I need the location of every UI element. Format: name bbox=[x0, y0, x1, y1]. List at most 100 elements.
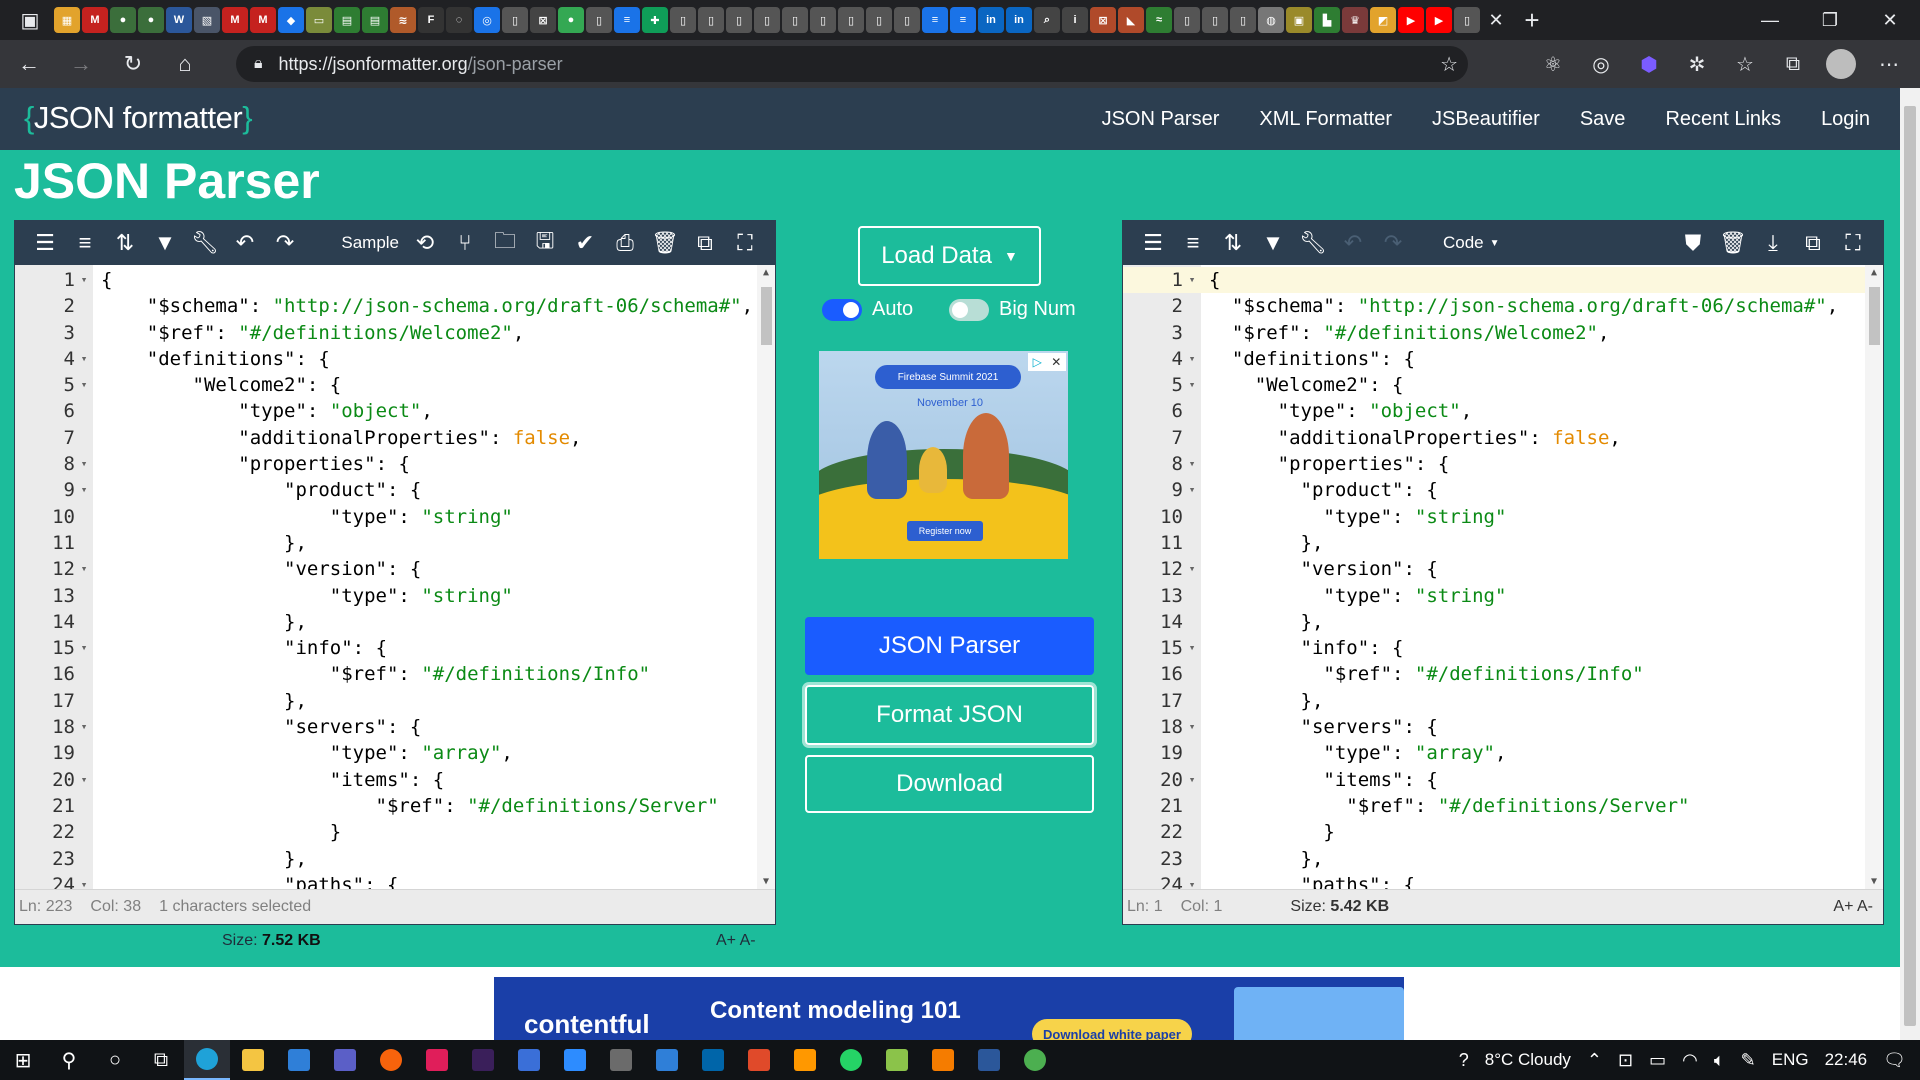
undo-icon[interactable]: ↶ bbox=[225, 221, 265, 265]
banner-cta-button[interactable]: Download white paper bbox=[1032, 1019, 1192, 1040]
pinned-tab[interactable]: M bbox=[222, 7, 248, 33]
input-font-size-control[interactable]: A+ A- bbox=[716, 932, 756, 950]
fold-toggle-icon[interactable]: ▾ bbox=[75, 346, 93, 372]
pinned-tab[interactable]: ▯ bbox=[502, 7, 528, 33]
repair-wrench-icon[interactable]: 🔧︎ bbox=[1293, 221, 1333, 265]
pinned-tab[interactable]: ≡ bbox=[922, 7, 948, 33]
fold-toggle-icon[interactable]: ▾ bbox=[1183, 372, 1201, 398]
app-icon[interactable] bbox=[368, 1040, 414, 1080]
pinned-tab[interactable]: ▯ bbox=[1230, 7, 1256, 33]
ad-register-button[interactable]: Register now bbox=[907, 521, 983, 541]
nav-recent-links[interactable]: Recent Links bbox=[1665, 108, 1781, 131]
pinned-tab[interactable]: ▯ bbox=[754, 7, 780, 33]
pinned-tab[interactable]: ● bbox=[138, 7, 164, 33]
fold-toggle-icon[interactable]: ▾ bbox=[1183, 346, 1201, 372]
json-parser-button[interactable]: JSON Parser bbox=[805, 617, 1094, 675]
filter-icon[interactable]: ▼ bbox=[145, 221, 185, 265]
reload-icon[interactable]: ↻ bbox=[110, 44, 156, 84]
fold-toggle-icon[interactable]: ▾ bbox=[75, 872, 93, 889]
pinned-tab[interactable]: ≡ bbox=[614, 7, 640, 33]
wifi-icon[interactable]: ◠ bbox=[1682, 1050, 1698, 1071]
advertisement[interactable]: Firebase Summit 2021 November 10 Registe… bbox=[819, 351, 1068, 559]
fold-toggle-icon[interactable]: ▾ bbox=[75, 767, 93, 793]
pinned-tab[interactable]: ▶ bbox=[1426, 7, 1452, 33]
pinned-tab[interactable]: ▶ bbox=[1398, 7, 1424, 33]
auto-toggle[interactable]: Auto bbox=[822, 298, 913, 321]
save-icon[interactable]: 🖫 bbox=[525, 221, 565, 265]
redo-icon[interactable]: ↷ bbox=[1373, 221, 1413, 265]
fold-toggle-icon[interactable]: ▾ bbox=[1183, 451, 1201, 477]
fold-toggle-icon[interactable]: ▾ bbox=[1183, 556, 1201, 582]
weather-widget[interactable]: 8°C Cloudy bbox=[1485, 1050, 1571, 1070]
fold-toggle-icon[interactable]: ▾ bbox=[75, 451, 93, 477]
pinned-tab[interactable]: ≡ bbox=[950, 7, 976, 33]
pinned-tab[interactable]: ▯ bbox=[586, 7, 612, 33]
format-icon[interactable]: ☰ bbox=[1133, 221, 1173, 265]
undo-icon[interactable]: ↶ bbox=[1333, 221, 1373, 265]
volume-icon[interactable]: 🔈︎ bbox=[1714, 1050, 1725, 1071]
app-icon[interactable] bbox=[736, 1040, 782, 1080]
redo-icon[interactable]: ↷ bbox=[265, 221, 305, 265]
favorites-icon[interactable]: ☆ bbox=[1728, 47, 1762, 81]
pinned-tab[interactable]: ▦ bbox=[54, 7, 80, 33]
word-icon[interactable] bbox=[966, 1040, 1012, 1080]
nav-jsbeautifier[interactable]: JSBeautifier bbox=[1432, 108, 1540, 131]
pinned-tab[interactable]: ≋ bbox=[390, 7, 416, 33]
pinned-tab[interactable]: ◩ bbox=[1370, 7, 1396, 33]
fold-toggle-icon[interactable]: ▾ bbox=[1183, 635, 1201, 661]
cortana-icon[interactable]: ○ bbox=[92, 1040, 138, 1080]
pen-icon[interactable]: ✎ bbox=[1741, 1050, 1756, 1071]
app-icon[interactable] bbox=[598, 1040, 644, 1080]
notifications-icon[interactable]: 🗨︎ bbox=[1883, 1050, 1906, 1071]
tab-actions-icon[interactable]: ▣ bbox=[8, 0, 52, 40]
pinned-tab[interactable]: in bbox=[978, 7, 1004, 33]
extension-badge-icon[interactable]: ⬢ bbox=[1632, 47, 1666, 81]
format-icon[interactable]: ☰ bbox=[25, 221, 65, 265]
open-folder-icon[interactable]: 🗀 bbox=[485, 221, 525, 265]
pinned-tab[interactable]: ▙ bbox=[1314, 7, 1340, 33]
pinned-tab[interactable]: ◎ bbox=[474, 7, 500, 33]
sort-icon[interactable]: ⇅ bbox=[1213, 221, 1253, 265]
fold-toggle-icon[interactable]: ▾ bbox=[1183, 767, 1201, 793]
clock[interactable]: 22:46 bbox=[1825, 1050, 1868, 1070]
slack-icon[interactable] bbox=[414, 1040, 460, 1080]
pinned-tab[interactable]: F bbox=[418, 7, 444, 33]
fold-toggle-icon[interactable]: ▾ bbox=[75, 635, 93, 661]
pinned-tab[interactable]: ▯ bbox=[838, 7, 864, 33]
pinned-tab[interactable]: ● bbox=[110, 7, 136, 33]
banner-ad[interactable]: contentful Content modeling 101 Download… bbox=[494, 977, 1404, 1040]
pinned-tab[interactable]: ▯ bbox=[698, 7, 724, 33]
profile-avatar[interactable] bbox=[1824, 47, 1858, 81]
output-font-size-control[interactable]: A+ A- bbox=[1833, 898, 1873, 916]
battery-icon[interactable]: ▭ bbox=[1649, 1050, 1666, 1071]
pinned-tab[interactable]: ▧ bbox=[194, 7, 220, 33]
pinned-tab[interactable]: ▤ bbox=[362, 7, 388, 33]
download-button[interactable]: Download bbox=[805, 755, 1094, 813]
edge-icon[interactable] bbox=[184, 1040, 230, 1080]
file-explorer-icon[interactable] bbox=[230, 1040, 276, 1080]
pinned-tab[interactable]: ▯ bbox=[866, 7, 892, 33]
pinned-tab[interactable]: ◣ bbox=[1118, 7, 1144, 33]
bignum-switch[interactable] bbox=[949, 298, 989, 321]
pinned-tab[interactable]: M bbox=[250, 7, 276, 33]
pinned-tab[interactable]: ▯ bbox=[810, 7, 836, 33]
filter-icon[interactable]: ▼ bbox=[1253, 221, 1293, 265]
fold-toggle-icon[interactable]: ▾ bbox=[1183, 714, 1201, 740]
copy-icon[interactable]: ⧉ bbox=[685, 221, 725, 265]
pinned-tab[interactable]: ✚ bbox=[642, 7, 668, 33]
pinned-tab[interactable]: ⊠ bbox=[530, 7, 556, 33]
app-icon[interactable] bbox=[920, 1040, 966, 1080]
pinned-tab[interactable]: ▣ bbox=[1286, 7, 1312, 33]
auto-switch[interactable] bbox=[822, 298, 862, 321]
vscode-icon[interactable] bbox=[690, 1040, 736, 1080]
pinned-tab[interactable]: ⊠ bbox=[1090, 7, 1116, 33]
collections-icon[interactable]: ⧉ bbox=[1776, 47, 1810, 81]
fullscreen-icon[interactable]: ⛶ bbox=[1833, 221, 1873, 265]
format-json-button[interactable]: Format JSON bbox=[805, 685, 1094, 745]
load-data-dropdown[interactable]: Load Data ▼ bbox=[858, 226, 1041, 286]
site-logo[interactable]: {JSON formatter} bbox=[24, 100, 253, 136]
pinned-tab[interactable]: ▯ bbox=[726, 7, 752, 33]
language-indicator[interactable]: ENG bbox=[1772, 1050, 1809, 1070]
repair-wrench-icon[interactable]: 🔧︎ bbox=[185, 221, 225, 265]
pinned-tab[interactable]: ▤ bbox=[334, 7, 360, 33]
